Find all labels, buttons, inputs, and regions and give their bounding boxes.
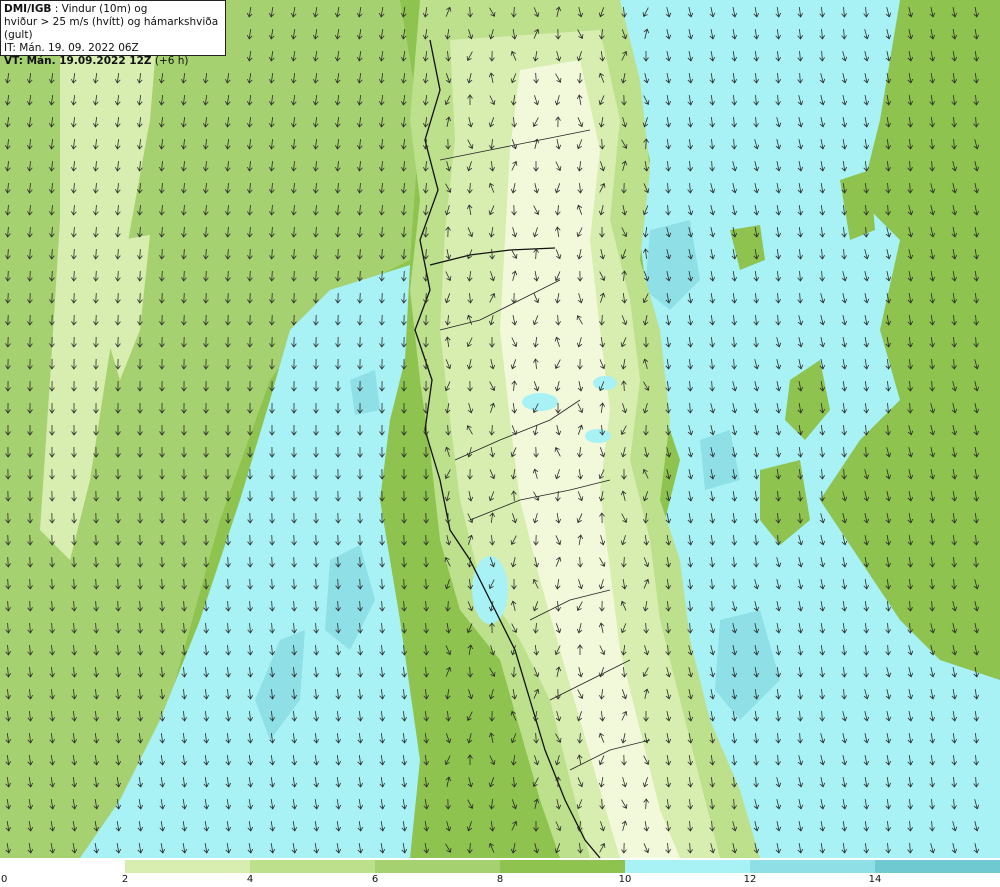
title-box: DMI/IGB : Vindur (10m) og hviður > 25 m/…	[0, 0, 226, 67]
legend-swatch	[500, 860, 625, 873]
legend-tick-label: 0	[1, 874, 8, 885]
lake-1	[522, 393, 558, 411]
legend-tick-label: 4	[246, 874, 254, 885]
wind-map: DMI/IGB : Vindur (10m) og hviður > 25 m/…	[0, 0, 1000, 858]
title-line-4-rest: (+6 h)	[151, 55, 189, 67]
legend-swatch	[750, 860, 875, 873]
legend-swatch	[250, 860, 375, 873]
title-line-4: VT: Mán. 19.09.2022 12Z (+6 h)	[4, 55, 222, 68]
title-line-1-rest: : Vindur (10m) og	[51, 3, 148, 15]
title-line-3: IT: Mán. 19. 09. 2022 06Z	[4, 42, 139, 54]
legend-tick-label: 10	[618, 874, 632, 885]
color-legend: 0 2 4 6 8 10 12 14	[0, 858, 1000, 887]
legend-swatch	[0, 860, 125, 873]
legend-tick-label: 14	[868, 874, 882, 885]
title-source: DMI/IGB	[4, 3, 52, 15]
legend-tick-label: 6	[371, 874, 379, 885]
lake-3	[585, 429, 611, 443]
title-line-2: hviður > 25 m/s (hvítt) og hámarkshviða …	[4, 16, 219, 41]
lake-2	[593, 376, 617, 390]
legend-tick-label: 8	[496, 874, 504, 885]
legend-tick-label: 2	[121, 874, 129, 885]
title-line-1: DMI/IGB : Vindur (10m) og	[4, 3, 222, 16]
legend-swatch	[375, 860, 500, 873]
legend-swatch	[625, 860, 750, 873]
legend-tick-label: 12	[743, 874, 757, 885]
title-valid-time: VT: Mán. 19.09.2022 12Z	[4, 55, 152, 67]
legend-swatch	[125, 860, 250, 873]
legend-bar	[0, 860, 1000, 873]
lake-4	[472, 556, 508, 624]
map-canvas	[0, 0, 1000, 858]
legend-swatch	[875, 860, 1000, 873]
